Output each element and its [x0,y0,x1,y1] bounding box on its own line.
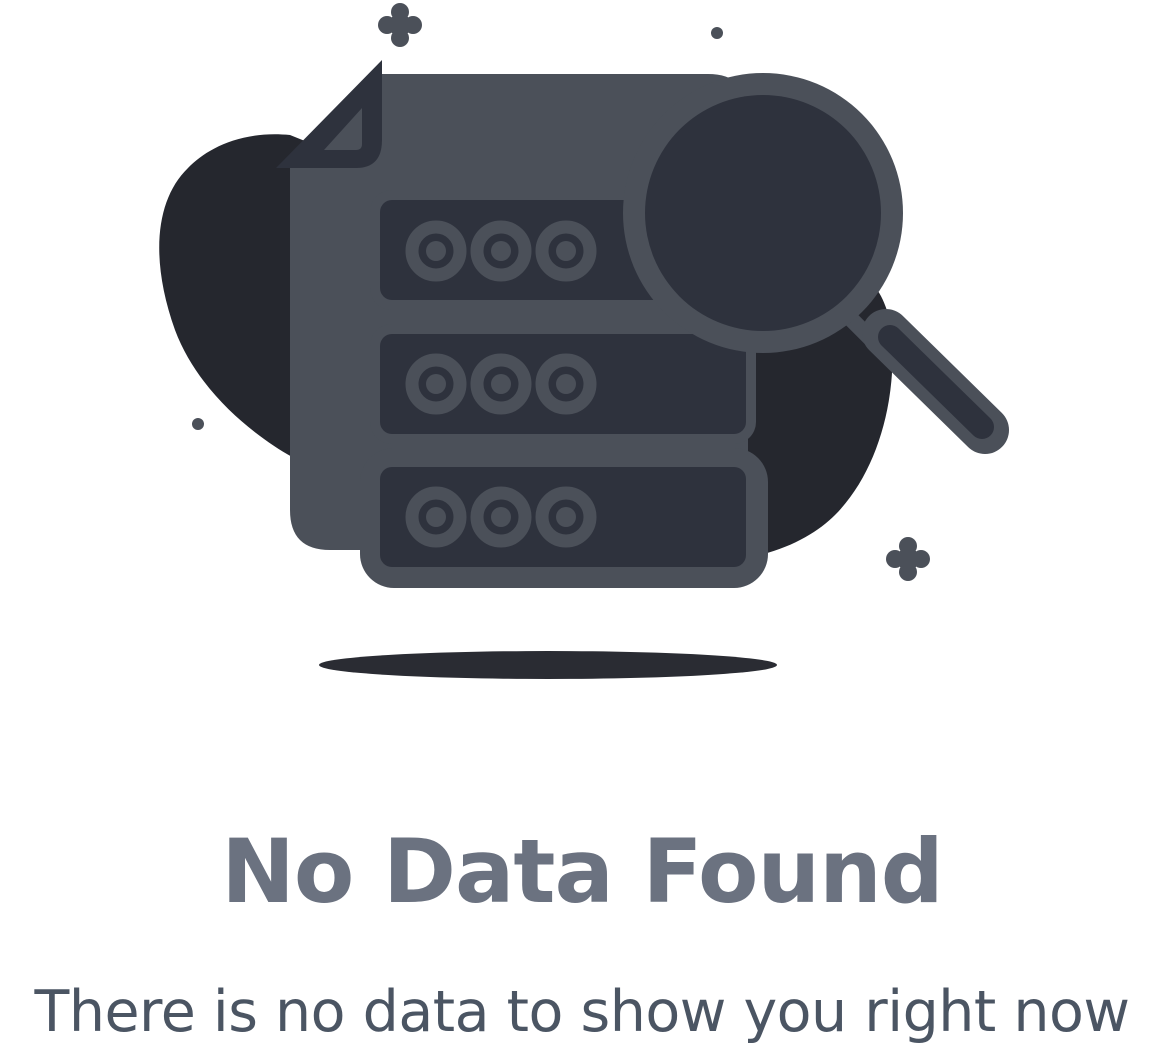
empty-state-message: There is no data to show you right now [34,979,1130,1045]
floor-shadow [319,651,777,679]
no-data-illustration [159,3,1009,679]
sparkle-icon [886,537,930,581]
sparkle-icon [378,3,422,47]
dot-decoration [711,27,723,39]
empty-state: No Data Found There is no data to show y… [0,0,1164,1055]
empty-state-title: No Data Found [221,820,944,923]
dot-decoration [192,418,204,430]
